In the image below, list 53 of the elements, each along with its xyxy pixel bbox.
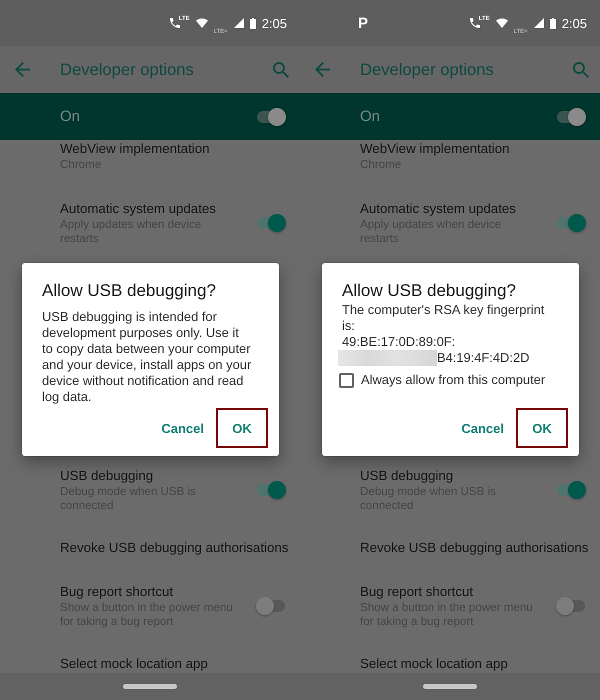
dialog-title: Allow USB debugging? bbox=[42, 281, 217, 301]
checkbox[interactable] bbox=[339, 372, 354, 388]
setting-title[interactable]: Select mock location app bbox=[60, 655, 292, 673]
notification-icon: P bbox=[358, 16, 368, 30]
battery-icon bbox=[550, 18, 556, 28]
signal-icon bbox=[234, 18, 244, 28]
dialog-button[interactable]: Cancel bbox=[151, 408, 214, 448]
dialog-message: The computer's RSA key fingerprint is: bbox=[342, 302, 546, 334]
setting-title[interactable]: USB debugging bbox=[60, 467, 238, 485]
toggle-switch[interactable] bbox=[556, 481, 586, 499]
screen-title: Developer options bbox=[60, 60, 194, 80]
search-icon[interactable] bbox=[573, 62, 589, 78]
setting-title[interactable]: Automatic system updates bbox=[60, 200, 238, 218]
dialog-button[interactable]: OK bbox=[216, 408, 268, 448]
home-handle[interactable] bbox=[423, 684, 477, 689]
home-handle[interactable] bbox=[123, 684, 177, 689]
setting-title[interactable]: WebView implementation bbox=[360, 140, 592, 158]
battery-icon bbox=[250, 18, 256, 28]
setting-title[interactable]: Bug report shortcut bbox=[360, 583, 538, 601]
clock-time: 2:05 bbox=[562, 16, 587, 30]
setting-title[interactable]: Select mock location app bbox=[360, 655, 592, 673]
search-icon[interactable] bbox=[273, 62, 289, 78]
phone-icon bbox=[470, 18, 480, 28]
master-switch-label: On bbox=[360, 108, 380, 126]
clock-time: 2:05 bbox=[262, 16, 287, 30]
fingerprint-text: 49:BE:17:0D:89:0F: bbox=[342, 334, 456, 350]
back-arrow-icon[interactable] bbox=[15, 62, 30, 77]
setting-title[interactable]: Bug report shortcut bbox=[60, 583, 238, 601]
dialog-button[interactable]: OK bbox=[516, 408, 568, 448]
phone-icon bbox=[170, 18, 180, 28]
screen-title: Developer options bbox=[360, 60, 494, 80]
dialog-title: Allow USB debugging? bbox=[342, 281, 517, 301]
toggle-switch[interactable] bbox=[256, 214, 286, 232]
setting-title[interactable]: USB debugging bbox=[360, 467, 538, 485]
checkbox-label[interactable]: Always allow from this computer bbox=[361, 372, 546, 388]
setting-title[interactable]: Revoke USB debugging authorisations bbox=[360, 539, 592, 557]
toggle-switch[interactable] bbox=[256, 481, 286, 499]
fingerprint-text: B4:19:4F:4D:2D bbox=[437, 350, 530, 366]
back-arrow-icon[interactable] bbox=[315, 62, 330, 77]
setting-title[interactable]: Automatic system updates bbox=[360, 200, 538, 218]
wifi-icon bbox=[496, 18, 508, 28]
setting-title[interactable]: Revoke USB debugging authorisations bbox=[60, 539, 292, 557]
dialog-button[interactable]: Cancel bbox=[451, 408, 514, 448]
dialog-message: USB debugging is intended for development purposes only. Use it to copy data between your computer and your device, install apps on your device without notification and read log data. bbox=[42, 309, 252, 405]
setting-title[interactable]: WebView implementation bbox=[60, 140, 292, 158]
master-switch-label: On bbox=[60, 108, 80, 126]
toggle-switch[interactable] bbox=[556, 214, 586, 232]
toggle-switch[interactable] bbox=[556, 597, 586, 615]
toggle-switch[interactable] bbox=[256, 597, 286, 615]
wifi-icon bbox=[196, 18, 208, 28]
toggle-switch[interactable] bbox=[556, 108, 586, 126]
signal-icon bbox=[534, 18, 544, 28]
toggle-switch[interactable] bbox=[256, 108, 286, 126]
